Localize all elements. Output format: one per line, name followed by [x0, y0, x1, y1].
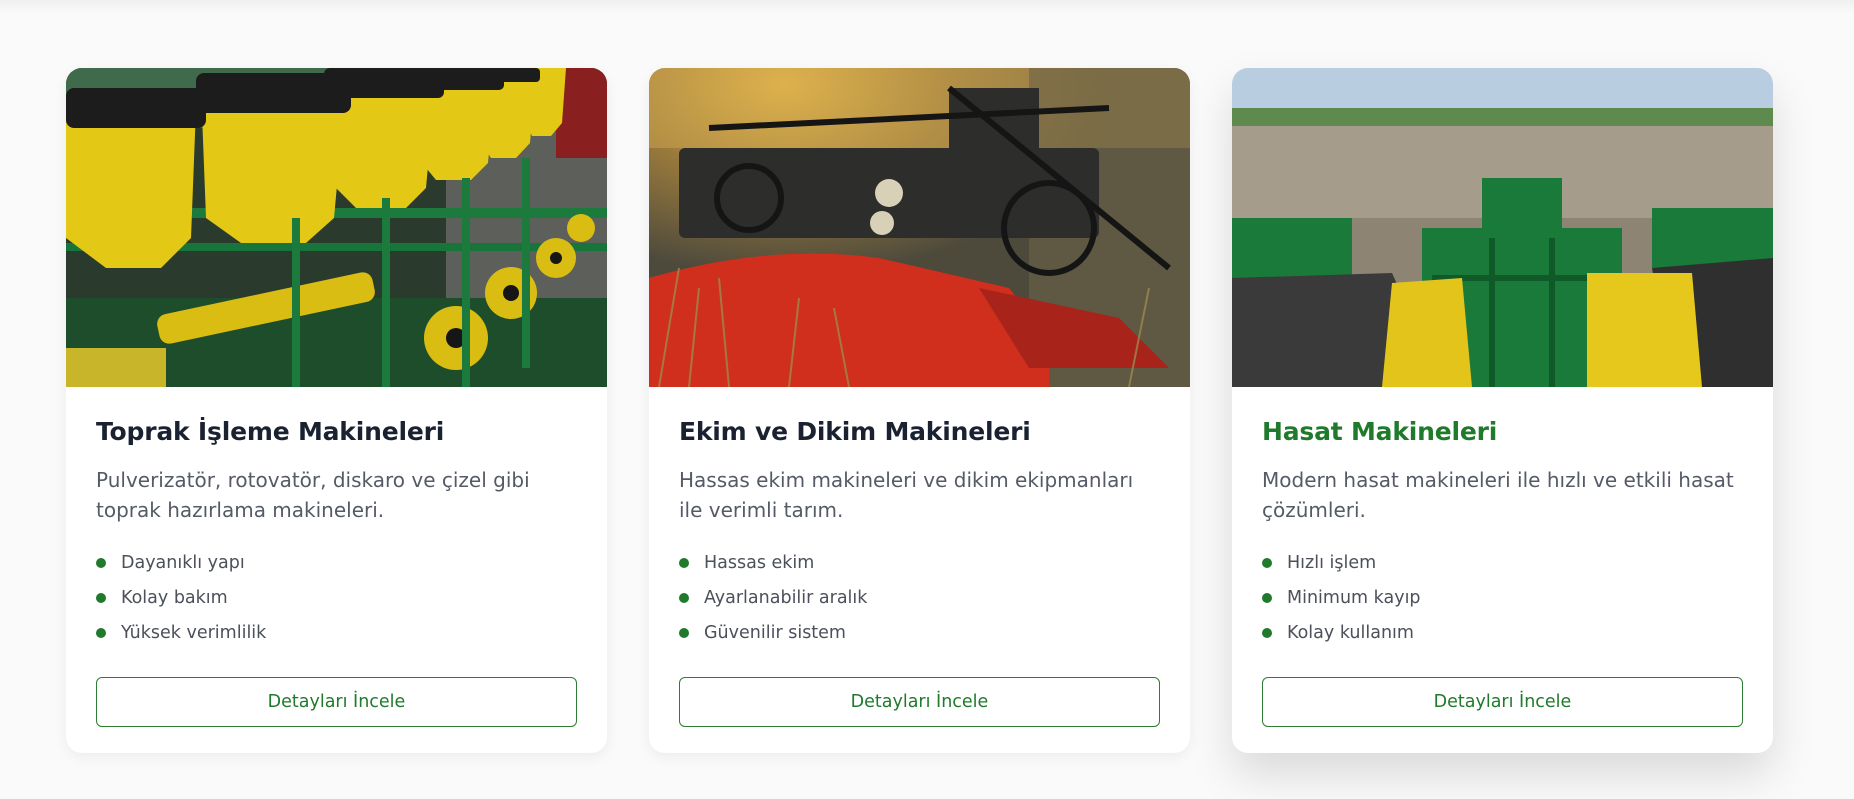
card-title: Hasat Makineleri	[1262, 417, 1498, 446]
section-top-edge	[0, 0, 1854, 14]
feature-item: Kolay kullanım	[1262, 615, 1743, 650]
feature-item: Ayarlanabilir aralık	[679, 580, 1160, 615]
feature-list: Dayanıklı yapı Kolay bakım Yüksek veriml…	[96, 545, 577, 650]
card-title: Toprak İşleme Makineleri	[96, 417, 445, 446]
card-description: Hassas ekim makineleri ve dikim ekipmanl…	[679, 468, 1134, 522]
bullet-dot-icon	[679, 557, 689, 568]
bullet-dot-icon	[1262, 557, 1272, 568]
feature-item: Dayanıklı yapı	[96, 545, 577, 580]
bullet-dot-icon	[679, 592, 689, 603]
details-button[interactable]: Detayları İncele	[96, 677, 577, 727]
bullet-dot-icon	[679, 627, 689, 638]
feature-label: Ayarlanabilir aralık	[704, 587, 868, 608]
feature-item: Hızlı işlem	[1262, 545, 1743, 580]
feature-label: Güvenilir sistem	[704, 622, 846, 643]
product-card-sowing-planting: Ekim ve Dikim Makineleri Hassas ekim mak…	[649, 68, 1190, 753]
card-body: Ekim ve Dikim Makineleri Hassas ekim mak…	[649, 387, 1190, 727]
feature-list: Hızlı işlem Minimum kayıp Kolay kullanım	[1262, 545, 1743, 650]
card-image-field-planter	[1232, 68, 1773, 387]
details-button[interactable]: Detayları İncele	[1262, 677, 1743, 727]
feature-label: Hassas ekim	[704, 552, 815, 573]
feature-label: Yüksek verimlilik	[121, 622, 267, 643]
feature-item: Hassas ekim	[679, 545, 1160, 580]
feature-label: Minimum kayıp	[1287, 587, 1421, 608]
bullet-dot-icon	[96, 627, 106, 638]
bullet-dot-icon	[96, 592, 106, 603]
card-description: Modern hasat makineleri ile hızlı ve etk…	[1262, 468, 1734, 522]
product-card-grid: Toprak İşleme Makineleri Pulverizatör, r…	[66, 68, 1773, 753]
feature-item: Güvenilir sistem	[679, 615, 1160, 650]
product-card-soil-tillage: Toprak İşleme Makineleri Pulverizatör, r…	[66, 68, 607, 753]
feature-item: Kolay bakım	[96, 580, 577, 615]
product-card-harvest: Hasat Makineleri Modern hasat makineleri…	[1232, 68, 1773, 753]
card-image-seed-planter	[66, 68, 607, 387]
bullet-dot-icon	[1262, 592, 1272, 603]
card-body: Hasat Makineleri Modern hasat makineleri…	[1232, 387, 1773, 727]
details-button[interactable]: Detayları İncele	[679, 677, 1160, 727]
card-description: Pulverizatör, rotovatör, diskaro ve çize…	[96, 468, 530, 522]
card-body: Toprak İşleme Makineleri Pulverizatör, r…	[66, 387, 607, 727]
feature-label: Dayanıklı yapı	[121, 552, 245, 573]
feature-label: Kolay kullanım	[1287, 622, 1414, 643]
feature-label: Hızlı işlem	[1287, 552, 1377, 573]
card-title: Ekim ve Dikim Makineleri	[679, 417, 1031, 446]
card-image-harvester-header	[649, 68, 1190, 387]
bullet-dot-icon	[1262, 627, 1272, 638]
feature-item: Yüksek verimlilik	[96, 615, 577, 650]
feature-list: Hassas ekim Ayarlanabilir aralık Güvenil…	[679, 545, 1160, 650]
feature-label: Kolay bakım	[121, 587, 228, 608]
feature-item: Minimum kayıp	[1262, 580, 1743, 615]
bullet-dot-icon	[96, 557, 106, 568]
